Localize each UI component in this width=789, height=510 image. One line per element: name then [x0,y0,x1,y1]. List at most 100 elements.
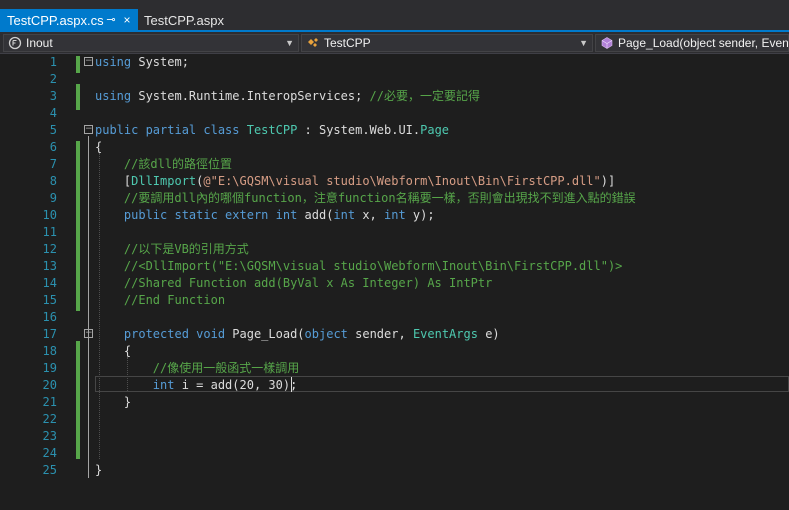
code-line[interactable]: public partial class TestCPP : System.We… [95,122,449,139]
csharp-project-icon [8,36,22,50]
tab-label: TestCPP.aspx.cs [7,13,104,28]
code-line[interactable]: } [95,462,102,479]
project-dropdown[interactable]: Inout ▼ [3,34,299,52]
code-token: //End Function [95,293,226,307]
code-token: //像使用一般函式一樣調用 [95,361,300,375]
code-line[interactable]: protected void Page_Load(object sender, … [95,326,500,343]
code-line[interactable]: public static extern int add(int x, int … [95,207,435,224]
type-label: TestCPP [324,36,371,50]
chevron-down-icon: ▼ [285,38,294,48]
code-line[interactable]: } [95,394,131,411]
chevron-down-icon: ▼ [579,38,588,48]
code-token: int [384,208,406,222]
code-line[interactable]: //像使用一般函式一樣調用 [95,360,299,377]
code-token: int [333,208,356,222]
navigation-bar: Inout ▼ TestCPP ▼ Page_Load(object sende… [0,32,789,54]
line-number: 12 [42,242,57,256]
collapse-icon[interactable]: − [84,125,93,134]
type-dropdown[interactable]: TestCPP ▼ [301,34,593,52]
code-token: : System.Web.UI. [297,123,421,137]
change-marker [76,141,80,277]
code-token: i = add(20, 30); [174,378,298,392]
line-number: 8 [49,174,57,188]
line-number: 2 [49,72,57,86]
line-number: 3 [49,89,57,103]
code-token: //以下是VB的引用方式 [95,242,249,256]
code-line[interactable]: //<DllImport("E:\GQSM\visual studio\Webf… [95,258,623,275]
close-icon[interactable]: × [120,9,134,32]
line-number: 6 [49,140,57,154]
code-line[interactable]: int i = add(20, 30); [95,377,298,394]
code-token: public partial class [95,123,247,137]
line-number: 20 [42,378,57,392]
code-token: int [152,378,175,392]
line-number: 21 [42,395,57,409]
code-line[interactable]: using System; [95,54,189,71]
code-token: sender, [347,327,413,341]
line-number: 19 [42,361,57,375]
code-token: //該dll的路徑位置 [95,157,233,171]
code-token: //Shared Function add(ByVal x As Integer… [95,276,493,290]
text-caret [291,377,292,392]
method-icon [601,37,613,49]
line-number: 14 [42,276,57,290]
code-token: using [95,89,132,103]
code-token: //要調用dll內的哪個function，注意function名稱要一樣，否則會… [95,191,636,205]
line-number: 18 [42,344,57,358]
code-token: System.Runtime.InteropServices; [131,89,370,103]
code-line[interactable]: //Shared Function add(ByVal x As Integer… [95,275,492,292]
code-token: object [304,327,348,341]
change-marker [76,56,80,73]
code-token: //必要，一定要記得 [369,89,480,103]
tab-testcpp-aspx-cs[interactable]: TestCPP.aspx.cs ⊸ × [0,9,138,32]
tab-testcpp-aspx[interactable]: TestCPP.aspx [138,9,224,32]
code-line[interactable]: //End Function [95,292,225,309]
code-token: public static extern int [123,208,298,222]
line-number: 13 [42,259,57,273]
code-token: protected void [123,327,226,341]
code-token: //<DllImport("E:\GQSM\visual studio\Webf… [95,259,623,273]
code-line[interactable]: { [95,343,131,360]
member-dropdown[interactable]: Page_Load(object sender, EventArgs e) [595,34,789,52]
collapse-icon[interactable]: − [84,329,93,338]
document-tab-bar: TestCPP.aspx.cs ⊸ × TestCPP.aspx [0,0,789,32]
project-label: Inout [26,36,53,50]
collapse-icon[interactable]: − [84,57,93,66]
line-number: 7 [49,157,57,171]
code-token: TestCPP [246,123,298,137]
code-token: } [95,395,132,409]
code-token: Page [420,123,450,137]
code-editor[interactable]: − − − 1 using System; 2 3 using System.Runti… [0,54,789,510]
code-line[interactable]: //該dll的路徑位置 [95,156,232,173]
line-number: 22 [42,412,57,426]
code-line[interactable]: { [95,139,102,156]
line-number: 4 [49,106,57,120]
member-label: Page_Load(object sender, EventArgs e) [618,36,789,50]
line-number: 1 [49,55,57,69]
code-token: { [95,344,132,358]
code-token: y); [405,208,435,222]
line-number: 10 [42,208,57,222]
code-line[interactable]: //要調用dll內的哪個function，注意function名稱要一樣，否則會… [95,190,636,207]
code-token: @"E:\GQSM\visual studio\Webform\Inout\Bi… [203,174,601,188]
code-token: DllImport [131,174,197,188]
line-number: 11 [42,225,57,239]
code-line[interactable]: using System.Runtime.InteropServices; //… [95,88,480,105]
pin-icon[interactable]: ⊸ [104,9,118,32]
code-token: )] [600,174,616,188]
code-token: { [95,140,103,154]
line-number: 23 [42,429,57,443]
code-line[interactable]: [DllImport(@"E:\GQSM\visual studio\Webfo… [95,173,615,190]
code-token: add( [297,208,334,222]
change-marker [76,277,80,311]
line-number: 9 [49,191,57,205]
code-token: using [95,55,132,69]
code-line[interactable]: //以下是VB的引用方式 [95,241,249,258]
tab-label: TestCPP.aspx [144,13,224,28]
line-number: 24 [42,446,57,460]
line-number: 16 [42,310,57,324]
outline-line [88,136,89,478]
